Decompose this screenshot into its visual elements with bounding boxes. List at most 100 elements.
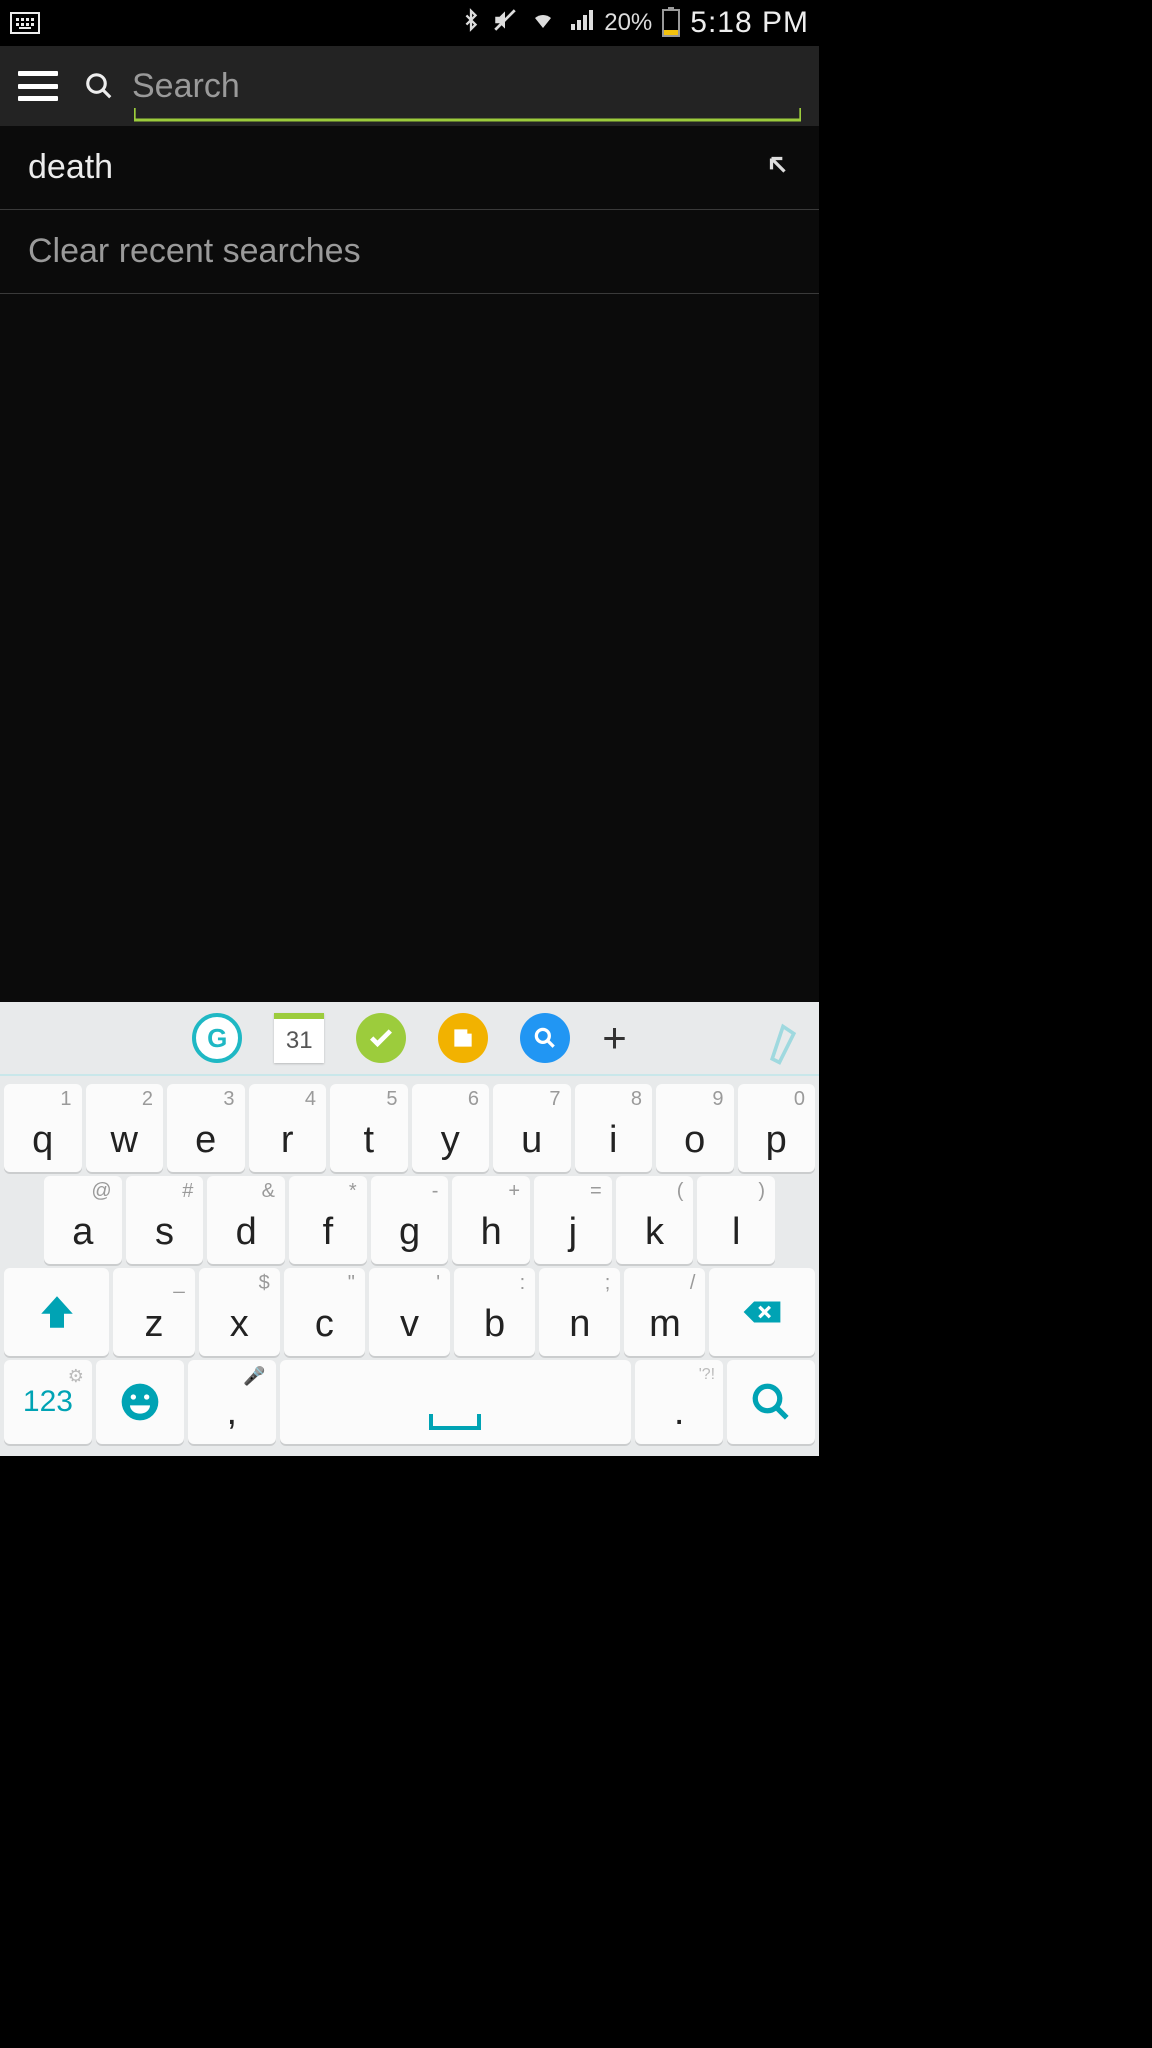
key-alt: 4	[305, 1088, 316, 1111]
key-alt: 3	[223, 1088, 234, 1111]
period-alt: '?!	[699, 1366, 715, 1384]
emoji-key[interactable]	[96, 1360, 184, 1444]
app-header	[0, 46, 819, 126]
key-m[interactable]: /m	[624, 1268, 705, 1356]
keyboard-row-2: @a#s&d*f-g+h=j(k)l	[4, 1176, 815, 1264]
key-label: r	[281, 1119, 294, 1162]
key-label: p	[766, 1119, 787, 1162]
key-label: m	[649, 1303, 681, 1346]
key-label: l	[732, 1211, 740, 1254]
key-o[interactable]: 9o	[656, 1084, 734, 1172]
key-label: c	[315, 1303, 334, 1346]
key-d[interactable]: &d	[207, 1176, 285, 1264]
key-alt: 0	[794, 1088, 805, 1111]
key-alt: _	[174, 1272, 185, 1295]
search-suggestion-icon[interactable]	[520, 1013, 570, 1063]
calendar-suggestion-icon[interactable]: 31	[274, 1013, 324, 1063]
note-suggestion-icon[interactable]	[438, 1013, 488, 1063]
comma-key[interactable]: 🎤 ,	[188, 1360, 276, 1444]
gear-icon: ⚙	[68, 1366, 84, 1387]
key-g[interactable]: -g	[371, 1176, 449, 1264]
clear-recent-searches[interactable]: Clear recent searches	[0, 210, 819, 294]
key-u[interactable]: 7u	[493, 1084, 571, 1172]
key-label: a	[72, 1211, 93, 1254]
key-p[interactable]: 0p	[738, 1084, 816, 1172]
key-label: k	[645, 1211, 664, 1254]
soft-keyboard: G 31 + 1q2w3e4r5t6y7u8i9o0p @a#s&d*f-g+h…	[0, 1002, 819, 1456]
recent-search-item[interactable]: death	[0, 126, 819, 210]
keyboard-indicator-icon	[10, 12, 40, 34]
g-suggestion-icon[interactable]: G	[192, 1013, 242, 1063]
battery-icon	[662, 9, 680, 37]
key-label: n	[569, 1303, 590, 1346]
key-c[interactable]: "c	[284, 1268, 365, 1356]
key-i[interactable]: 8i	[575, 1084, 653, 1172]
key-r[interactable]: 4r	[249, 1084, 327, 1172]
key-h[interactable]: +h	[452, 1176, 530, 1264]
key-a[interactable]: @a	[44, 1176, 122, 1264]
key-x[interactable]: $x	[199, 1268, 280, 1356]
period-label: .	[674, 1391, 685, 1434]
search-input[interactable]	[132, 67, 801, 106]
key-alt: )	[758, 1180, 765, 1203]
key-v[interactable]: 'v	[369, 1268, 450, 1356]
clear-recent-label: Clear recent searches	[28, 232, 361, 271]
status-left	[10, 12, 40, 34]
insert-arrow-icon[interactable]	[765, 152, 791, 183]
key-y[interactable]: 6y	[412, 1084, 490, 1172]
key-e[interactable]: 3e	[167, 1084, 245, 1172]
key-f[interactable]: *f	[289, 1176, 367, 1264]
key-alt: -	[432, 1180, 439, 1203]
numbers-key[interactable]: ⚙ 123	[4, 1360, 92, 1444]
key-j[interactable]: =j	[534, 1176, 612, 1264]
key-alt: 1	[60, 1088, 71, 1111]
key-alt: ;	[605, 1272, 611, 1295]
recent-search-text: death	[28, 148, 113, 187]
search-icon	[84, 71, 114, 101]
key-q[interactable]: 1q	[4, 1084, 82, 1172]
key-alt: $	[259, 1272, 270, 1295]
key-label: j	[569, 1211, 577, 1254]
menu-button[interactable]	[18, 71, 58, 101]
key-label: h	[481, 1211, 502, 1254]
key-t[interactable]: 5t	[330, 1084, 408, 1172]
key-alt: '	[436, 1272, 440, 1295]
key-l[interactable]: )l	[697, 1176, 775, 1264]
screen: 20% 5:18 PM death Clear recent s	[0, 0, 819, 1456]
cell-signal-icon	[568, 7, 594, 39]
key-label: y	[441, 1119, 460, 1162]
key-n[interactable]: ;n	[539, 1268, 620, 1356]
shift-key[interactable]	[4, 1268, 109, 1356]
wifi-icon	[528, 7, 558, 39]
key-alt: *	[349, 1180, 357, 1203]
key-alt: 7	[549, 1088, 560, 1111]
recent-searches: death Clear recent searches	[0, 126, 819, 294]
key-label: t	[363, 1119, 374, 1162]
key-k[interactable]: (k	[616, 1176, 694, 1264]
highlighter-icon[interactable]	[761, 1012, 805, 1071]
search-underline	[134, 108, 801, 122]
add-suggestion-icon[interactable]: +	[602, 1014, 627, 1062]
key-alt: #	[182, 1180, 193, 1203]
key-label: x	[230, 1303, 249, 1346]
key-label: s	[155, 1211, 174, 1254]
enter-key[interactable]	[727, 1360, 815, 1444]
key-alt: /	[690, 1272, 696, 1295]
backspace-key[interactable]	[709, 1268, 814, 1356]
key-z[interactable]: _z	[113, 1268, 194, 1356]
key-w[interactable]: 2w	[86, 1084, 164, 1172]
status-right: 20% 5:18 PM	[460, 6, 809, 41]
period-key[interactable]: '?! .	[635, 1360, 723, 1444]
check-suggestion-icon[interactable]	[356, 1013, 406, 1063]
key-b[interactable]: :b	[454, 1268, 535, 1356]
key-alt: 9	[712, 1088, 723, 1111]
key-label: o	[684, 1119, 705, 1162]
keyboard-row-1: 1q2w3e4r5t6y7u8i9o0p	[4, 1084, 815, 1172]
key-s[interactable]: #s	[126, 1176, 204, 1264]
space-key[interactable]	[280, 1360, 632, 1444]
content-empty	[0, 294, 819, 1002]
keyboard-row-3: _z$x"c'v:b;n/m	[4, 1268, 815, 1356]
key-label: w	[111, 1119, 138, 1162]
key-alt: "	[348, 1272, 355, 1295]
key-label: v	[400, 1303, 419, 1346]
